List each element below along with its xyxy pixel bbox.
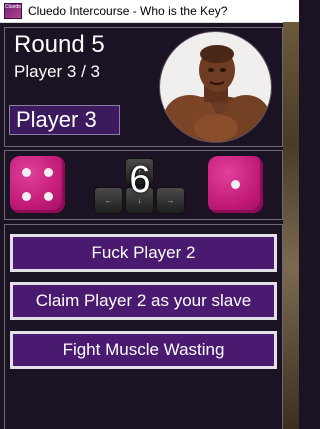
actions-panel: Fuck Player 2 Claim Player 2 as your sla… <box>4 224 283 429</box>
player-count-label: Player 3 / 3 <box>14 62 100 81</box>
player-portrait-image <box>159 31 272 143</box>
fuck-player-button[interactable]: Fuck Player 2 <box>10 234 277 272</box>
current-player-box: Player 3 <box>9 105 120 135</box>
portrait-illustration <box>160 32 271 142</box>
fight-muscle-wasting-button[interactable]: Fight Muscle Wasting <box>10 331 277 369</box>
die-right[interactable] <box>208 156 263 213</box>
round-label: Round 5 <box>14 31 105 58</box>
die-pip <box>44 192 53 201</box>
claim-slave-button[interactable]: Claim Player 2 as your slave <box>10 282 277 320</box>
window-title: Cluedo Intercourse - Who is the Key? <box>28 4 228 18</box>
dice-panel: ↑ ← ↓ → 6 <box>4 150 283 220</box>
die-pip <box>22 168 31 177</box>
status-panel: Round 5 Player 3 / 3 Player 3 <box>4 27 283 147</box>
die-pip <box>231 180 240 189</box>
die-pip <box>22 192 31 201</box>
app-icon: Cluedo <box>4 3 22 19</box>
roll-total: 6 <box>129 159 151 201</box>
die-pip <box>44 168 53 177</box>
die-left[interactable] <box>10 156 65 213</box>
window-title-bar: Cluedo Cluedo Intercourse - Who is the K… <box>0 0 299 23</box>
desktop-background <box>283 22 299 429</box>
